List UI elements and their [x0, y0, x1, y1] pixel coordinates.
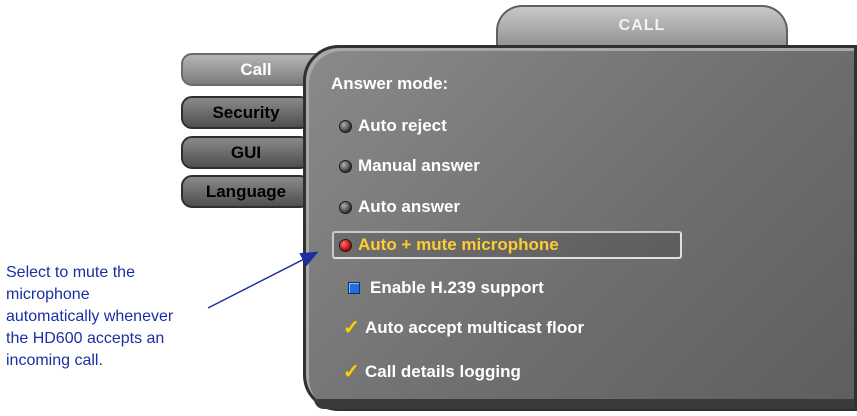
radio-manual-answer[interactable]: Manual answer	[339, 155, 480, 177]
settings-panel	[303, 45, 857, 411]
checkbox-enable-h239-label: Enable H.239 support	[370, 278, 544, 297]
radio-auto-reject[interactable]: Auto reject	[339, 115, 447, 137]
checkbox-call-details-logging[interactable]: ✓ Call details logging	[343, 361, 521, 383]
annotation-line: incoming call.	[6, 352, 103, 369]
radio-manual-answer-label: Manual answer	[358, 156, 480, 175]
radio-auto-mute-microphone[interactable]: Auto + mute microphone	[339, 234, 559, 256]
window-title: CALL	[618, 17, 666, 34]
radio-auto-mute-microphone-label: Auto + mute microphone	[358, 235, 559, 254]
tab-call-label: Call	[240, 59, 272, 79]
checkmark-icon: ✓	[343, 317, 360, 339]
tab-language[interactable]: Language	[181, 175, 311, 208]
window-title-tab: CALL	[496, 5, 788, 50]
annotation-line: Select to mute the	[6, 264, 135, 281]
radio-auto-answer[interactable]: Auto answer	[339, 196, 460, 218]
radio-icon	[339, 159, 352, 173]
answer-mode-title: Answer mode:	[331, 74, 449, 93]
tab-gui[interactable]: GUI	[181, 136, 311, 169]
annotation-line: the HD600 accepts an	[6, 330, 165, 347]
tab-security[interactable]: Security	[181, 96, 311, 129]
annotation-callout: Select to mute the microphone automatica…	[6, 262, 241, 372]
annotation-line: microphone	[6, 286, 90, 303]
checkbox-auto-accept-multicast[interactable]: ✓ Auto accept multicast floor	[343, 317, 584, 339]
checkbox-enable-h239[interactable]: Enable H.239 support	[348, 277, 544, 299]
radio-auto-answer-label: Auto answer	[358, 197, 461, 216]
tab-gui-label: GUI	[230, 142, 262, 162]
annotation-line: automatically whenever	[6, 308, 174, 325]
radio-auto-reject-label: Auto reject	[358, 116, 447, 135]
tab-language-label: Language	[205, 181, 287, 201]
radio-selected-icon	[339, 238, 352, 252]
radio-icon	[339, 200, 352, 214]
checkbox-auto-accept-multicast-label: Auto accept multicast floor	[365, 318, 585, 337]
radio-icon	[339, 119, 352, 133]
checkbox-call-details-logging-label: Call details logging	[365, 362, 521, 381]
checkbox-icon	[348, 282, 360, 294]
checkmark-icon: ✓	[343, 361, 360, 383]
tab-security-label: Security	[212, 102, 280, 122]
